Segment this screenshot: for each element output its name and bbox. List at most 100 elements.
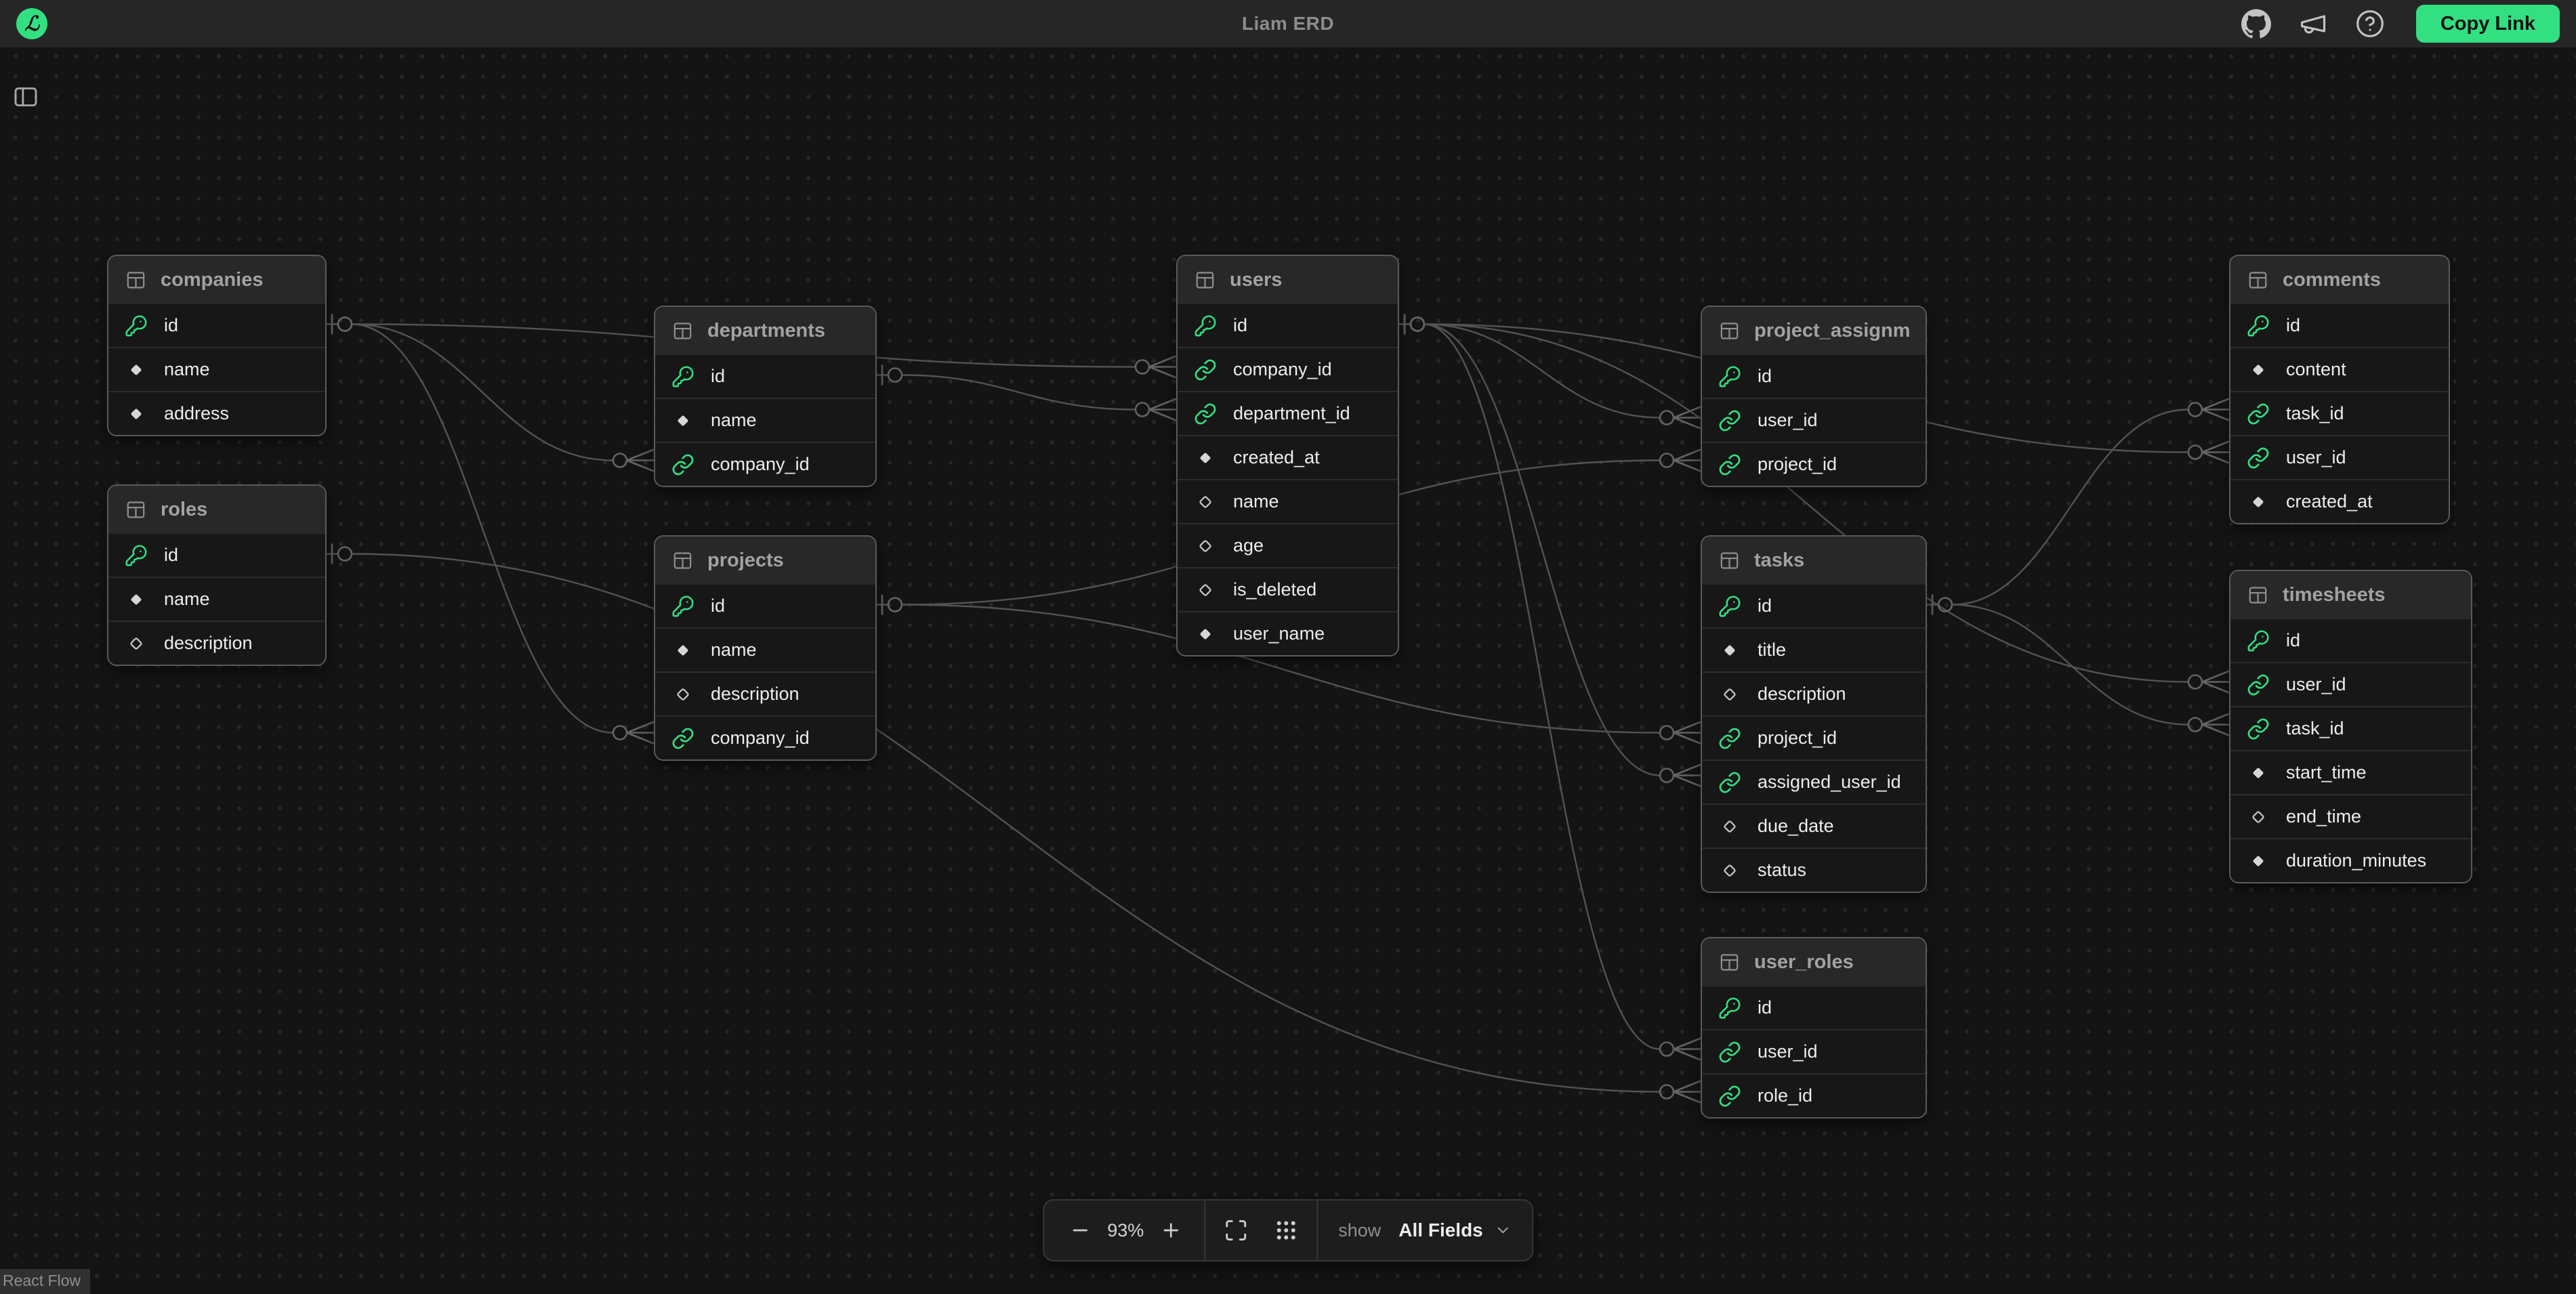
field-row[interactable]: project_id [1702, 715, 1926, 759]
field-row[interactable]: id [108, 304, 325, 347]
field-row[interactable]: assigned_user_id [1702, 759, 1926, 803]
field-row[interactable]: role_id [1702, 1073, 1926, 1117]
table-comments[interactable]: comments id content task_id user_id crea… [2229, 255, 2450, 524]
table-project_assignments[interactable]: project_assignme... id user_id project_i… [1701, 306, 1927, 487]
field-name: created_at [2286, 491, 2373, 512]
field-row[interactable]: age [1178, 523, 1398, 567]
field-row[interactable]: name [655, 398, 875, 442]
panel-left-toggle-button[interactable] [9, 81, 42, 114]
field-name: id [711, 366, 725, 387]
show-fields-select[interactable]: All Fields [1396, 1219, 1514, 1241]
table-header[interactable]: project_assignme... [1702, 307, 1926, 355]
nullable-icon [1718, 859, 1741, 882]
table-header[interactable]: users [1178, 256, 1398, 304]
field-row[interactable]: description [655, 671, 875, 715]
field-row[interactable]: address [108, 391, 325, 435]
table-projects[interactable]: projects id name description company_id [654, 535, 877, 761]
field-row[interactable]: id [1702, 355, 1926, 398]
copy-link-button[interactable]: Copy Link [2416, 5, 2560, 43]
field-row[interactable]: user_id [1702, 398, 1926, 442]
panel-left-icon [12, 102, 39, 112]
table-users[interactable]: users id company_id department_id create… [1176, 255, 1399, 656]
field-row[interactable]: duration_minutes [2230, 838, 2471, 882]
field-row[interactable]: project_id [1702, 442, 1926, 486]
field-name: user_name [1233, 623, 1325, 644]
field-row[interactable]: is_deleted [1178, 567, 1398, 611]
field-row[interactable]: status [1702, 848, 1926, 892]
table-name: comments [2283, 269, 2381, 291]
field-row[interactable]: company_id [655, 442, 875, 486]
field-row[interactable]: name [108, 347, 325, 391]
field-row[interactable]: name [108, 577, 325, 621]
tidy-up-button[interactable] [1270, 1215, 1302, 1246]
field-name: id [2286, 315, 2300, 336]
field-row[interactable]: due_date [1702, 803, 1926, 848]
field-row[interactable]: title [1702, 627, 1926, 671]
table-icon [125, 269, 147, 291]
table-header[interactable]: timesheets [2230, 571, 2471, 619]
zoom-in-button[interactable] [1152, 1212, 1189, 1249]
table-header[interactable]: departments [655, 307, 875, 355]
field-row[interactable]: department_id [1178, 391, 1398, 435]
field-row[interactable]: user_name [1178, 611, 1398, 655]
field-row[interactable]: id [108, 534, 325, 577]
react-flow-attribution[interactable]: React Flow [0, 1269, 90, 1294]
table-header[interactable]: companies [108, 256, 325, 304]
field-row[interactable]: id [1702, 585, 1926, 627]
table-timesheets[interactable]: timesheets id user_id task_id start_time… [2229, 570, 2472, 883]
field-row[interactable]: name [1178, 479, 1398, 523]
field-name: description [164, 633, 253, 654]
field-row[interactable]: user_id [2230, 435, 2449, 479]
field-row[interactable]: end_time [2230, 794, 2471, 838]
field-row[interactable]: created_at [2230, 479, 2449, 523]
field-name: department_id [1233, 403, 1350, 424]
table-companies[interactable]: companies id name address [107, 255, 327, 436]
field-row[interactable]: user_id [2230, 662, 2471, 706]
table-roles[interactable]: roles id name description [107, 484, 327, 666]
fit-view-button[interactable] [1220, 1215, 1251, 1246]
table-header[interactable]: projects [655, 537, 875, 585]
erd-canvas[interactable]: companies id name address roles id name … [0, 0, 2576, 1294]
field-name: status [1758, 860, 1806, 881]
zoom-out-button[interactable] [1062, 1212, 1098, 1249]
table-user_roles[interactable]: user_roles id user_id role_id [1701, 937, 1927, 1119]
field-row[interactable]: user_id [1702, 1029, 1926, 1073]
nullable-icon [1718, 683, 1741, 706]
help-icon[interactable] [2355, 9, 2385, 39]
table-header[interactable]: tasks [1702, 537, 1926, 585]
field-row[interactable]: description [1702, 671, 1926, 715]
field-row[interactable]: task_id [2230, 706, 2471, 750]
field-row[interactable]: description [108, 621, 325, 665]
table-header[interactable]: comments [2230, 256, 2449, 304]
field-row[interactable]: id [655, 585, 875, 627]
field-name: task_id [2286, 403, 2344, 424]
field-row[interactable]: id [2230, 619, 2471, 662]
field-row[interactable]: company_id [655, 715, 875, 759]
field-name: name [711, 410, 757, 431]
field-row[interactable]: start_time [2230, 750, 2471, 794]
field-row[interactable]: created_at [1178, 435, 1398, 479]
table-tasks[interactable]: tasks id title description project_id as… [1701, 535, 1927, 893]
not-null-icon [2247, 358, 2270, 381]
toolbar-divider [1204, 1201, 1205, 1260]
github-icon[interactable] [2241, 9, 2271, 39]
megaphone-icon[interactable] [2298, 9, 2328, 39]
field-row[interactable]: id [1702, 986, 1926, 1029]
table-header[interactable]: user_roles [1702, 938, 1926, 986]
table-departments[interactable]: departments id name company_id [654, 306, 877, 487]
liam-logo-icon[interactable]: ℒ [16, 8, 47, 39]
field-row[interactable]: id [655, 355, 875, 398]
field-row[interactable]: id [1178, 304, 1398, 347]
field-row[interactable]: company_id [1178, 347, 1398, 391]
relationship-edge [324, 314, 654, 744]
table-name: timesheets [2283, 584, 2386, 606]
field-row[interactable]: task_id [2230, 391, 2449, 435]
table-header[interactable]: roles [108, 486, 325, 534]
relationship-edge [1396, 314, 1701, 787]
field-row[interactable]: id [2230, 304, 2449, 347]
primary-key-icon [1718, 997, 1741, 1020]
field-row[interactable]: name [655, 627, 875, 671]
not-null-icon [125, 402, 148, 425]
field-row[interactable]: content [2230, 347, 2449, 391]
table-icon [1718, 951, 1741, 974]
